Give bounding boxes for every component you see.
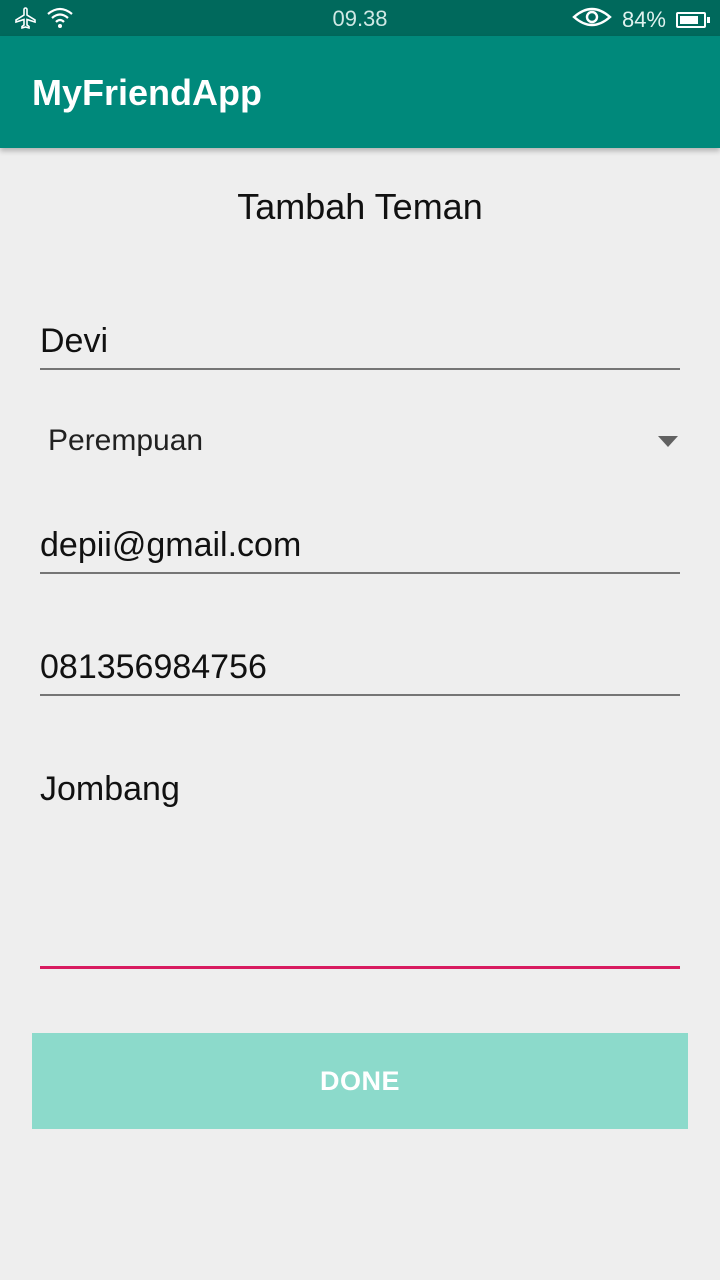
phone-field[interactable]: 081356984756	[40, 648, 680, 698]
battery-percent: 84%	[621, 7, 666, 32]
phone-underline	[40, 694, 680, 696]
app-title: MyFriendApp	[32, 72, 262, 113]
app-bar: MyFriendApp	[0, 36, 720, 148]
name-field[interactable]: Devi	[40, 322, 680, 372]
done-button[interactable]: DONE	[32, 1033, 688, 1129]
dropdown-arrow-icon	[658, 436, 678, 447]
name-value: Devi	[40, 322, 109, 360]
address-value: Jombang	[40, 770, 180, 808]
address-field[interactable]: Jombang	[40, 770, 680, 972]
email-underline	[40, 572, 680, 574]
status-bar: 09.38 84%	[0, 0, 720, 36]
page-title: Tambah Teman	[237, 186, 483, 227]
gender-selected: Perempuan	[48, 424, 204, 457]
gender-spinner[interactable]: Perempuan	[48, 424, 680, 468]
name-underline	[40, 368, 680, 370]
phone-value: 081356984756	[40, 648, 267, 686]
email-value: depii@gmail.com	[40, 526, 302, 564]
status-right-icons: 84%	[572, 5, 710, 35]
eye-icon	[572, 5, 612, 35]
email-field[interactable]: depii@gmail.com	[40, 526, 680, 576]
battery-icon	[676, 12, 710, 28]
battery-fill	[680, 16, 699, 24]
address-underline-focused	[40, 966, 680, 969]
